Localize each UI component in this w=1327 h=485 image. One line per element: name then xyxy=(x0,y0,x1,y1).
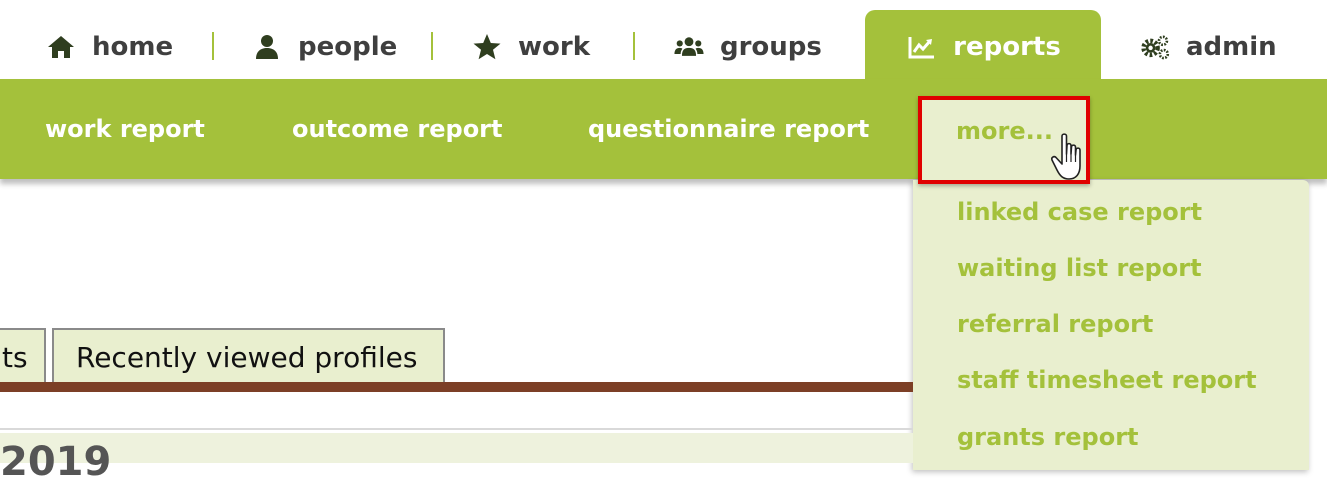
chart-line-icon xyxy=(905,30,939,64)
subnav-work-report[interactable]: work report xyxy=(45,79,205,179)
nav-groups[interactable]: groups xyxy=(672,10,822,80)
nav-people[interactable]: people xyxy=(250,10,397,80)
dropdown-staff-timesheet-report[interactable]: staff timesheet report xyxy=(957,366,1257,394)
more-dropdown-menu: linked case report waiting list report r… xyxy=(913,180,1309,470)
tab-underline-divider xyxy=(0,382,913,392)
nav-groups-label: groups xyxy=(720,32,822,62)
more-label: more... xyxy=(956,117,1053,145)
dropdown-linked-case-report[interactable]: linked case report xyxy=(957,198,1202,226)
top-nav: home people work groups reports admin xyxy=(0,0,1327,80)
nav-separator xyxy=(431,32,433,60)
nav-separator xyxy=(212,32,214,60)
dropdown-grants-report[interactable]: grants report xyxy=(957,423,1139,451)
users-icon xyxy=(672,30,706,64)
star-icon xyxy=(470,30,504,64)
subnav-questionnaire-report[interactable]: questionnaire report xyxy=(588,79,869,179)
dropdown-referral-report[interactable]: referral report xyxy=(957,310,1153,338)
nav-work-label: work xyxy=(518,32,590,62)
dropdown-waiting-list-report[interactable]: waiting list report xyxy=(957,254,1202,282)
reports-subnav: work report outcome report questionnaire… xyxy=(0,79,1327,179)
home-icon xyxy=(44,30,78,64)
nav-people-label: people xyxy=(298,32,398,62)
nav-reports[interactable]: reports xyxy=(865,10,1101,80)
section-divider xyxy=(0,428,913,430)
content-header-band xyxy=(0,433,913,463)
nav-reports-label: reports xyxy=(953,32,1061,62)
tab-partial-label: ts xyxy=(2,340,28,374)
nav-separator xyxy=(633,32,635,60)
subnav-outcome-report[interactable]: outcome report xyxy=(292,79,503,179)
tab-partial[interactable]: ts xyxy=(0,328,46,384)
nav-admin[interactable]: admin xyxy=(1138,10,1277,80)
partial-heading: 2019 xyxy=(0,439,112,485)
tab-recently-viewed-label: Recently viewed profiles xyxy=(76,340,418,374)
person-icon xyxy=(250,30,284,64)
nav-home-label: home xyxy=(92,32,174,62)
gears-icon xyxy=(1138,30,1172,64)
nav-home[interactable]: home xyxy=(44,10,173,80)
nav-admin-label: admin xyxy=(1186,32,1277,62)
nav-work[interactable]: work xyxy=(470,10,590,80)
hand-pointer-cursor-icon xyxy=(1050,132,1090,184)
tab-recently-viewed-profiles[interactable]: Recently viewed profiles xyxy=(52,328,445,384)
